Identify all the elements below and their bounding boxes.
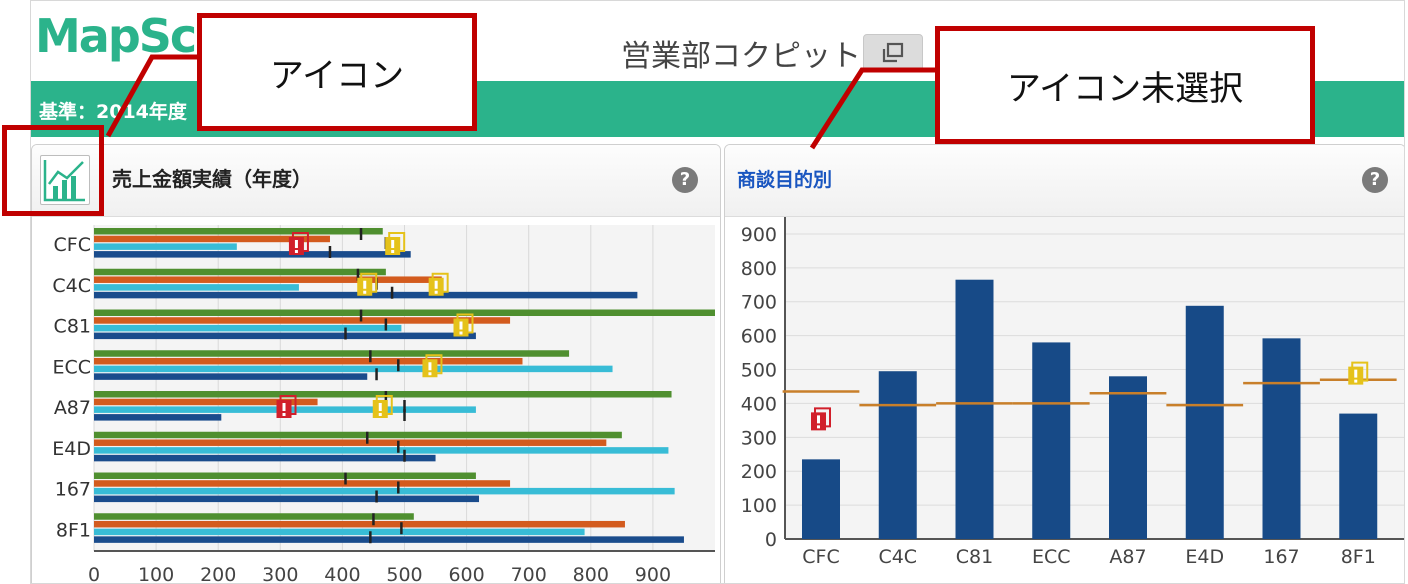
bar [94, 365, 613, 373]
bar [94, 495, 480, 503]
bar [1032, 342, 1071, 539]
panel-header: 商談目的別 ? [725, 145, 1404, 217]
deal-purpose-panel: 商談目的別 ? 0 100 200 300 400 500 600 700 800 900 CFC C… [724, 144, 1404, 583]
bar [1109, 376, 1147, 539]
bar [94, 350, 570, 357]
bar [94, 324, 402, 332]
bar [94, 414, 222, 421]
bar [94, 268, 386, 276]
bar [94, 357, 523, 365]
bar [94, 228, 383, 235]
x-tick-label: 200 [200, 564, 236, 584]
bar [94, 276, 442, 283]
bar [94, 439, 607, 446]
bar [94, 317, 511, 324]
y-tick-label: 167 [55, 479, 91, 501]
callout-icon-unselected: アイコン未選択 [935, 26, 1315, 144]
y-tick-label: E4D [52, 438, 91, 460]
y-tick-label: 200 [741, 461, 777, 483]
y-tick-label: A87 [54, 397, 91, 419]
bar [1339, 413, 1378, 539]
y-tick-label: 900 [741, 224, 777, 246]
x-tick-label: 400 [324, 564, 360, 584]
bar [94, 480, 511, 487]
bar [955, 279, 994, 539]
panel-title: 商談目的別 [737, 169, 833, 191]
help-icon[interactable]: ? [672, 167, 698, 193]
bar [94, 536, 684, 543]
mapscape-logo: MapSc [35, 9, 197, 63]
x-tick-label: 0 [88, 564, 100, 584]
bar [94, 472, 476, 479]
y-tick-label: 500 [741, 360, 777, 382]
bar [802, 459, 840, 539]
sales-hbar-chart: 0 100 200 300 400 500 600 700 800 900 CFC C4C C81 ECC… [52, 225, 715, 584]
bar [94, 309, 715, 316]
y-tick-label: 700 [741, 292, 777, 314]
x-tick-label: C4C [878, 546, 917, 568]
copy-window-icon [882, 42, 904, 63]
y-tick-label: CFC [54, 234, 91, 256]
x-tick-label: 300 [262, 564, 298, 584]
x-tick-label: 900 [635, 564, 671, 584]
y-tick-label: 100 [741, 495, 777, 517]
y-tick-label: 600 [741, 326, 777, 348]
bar [94, 373, 368, 380]
x-tick-label: C81 [956, 546, 993, 568]
y-tick-label: 300 [741, 427, 777, 449]
icon-highlight-box [2, 125, 104, 216]
y-tick-label: 800 [741, 258, 777, 280]
y-tick-label: C4C [52, 275, 91, 297]
callout-icon: アイコン [197, 13, 477, 131]
x-tick-label: 167 [1263, 546, 1299, 568]
help-icon[interactable]: ? [1362, 167, 1388, 193]
x-tick-label: CFC [802, 546, 839, 568]
x-tick-label: 800 [573, 564, 609, 584]
bar [94, 447, 669, 454]
panel-title: 売上金額実績（年度） [112, 167, 312, 191]
bar [94, 251, 411, 258]
x-tick-label: 500 [386, 564, 422, 584]
y-tick-label: ECC [52, 356, 91, 378]
y-tick-label: 8F1 [56, 519, 91, 541]
x-tick-label: 100 [138, 564, 174, 584]
bar [94, 284, 299, 291]
bar [94, 243, 237, 250]
y-tick-label: 0 [765, 529, 777, 551]
bar [94, 513, 414, 520]
deal-vbar-chart: 0 100 200 300 400 500 600 700 800 900 CFC C4C C81 ECC… [741, 217, 1404, 568]
bar [1185, 305, 1224, 539]
x-tick-label: 700 [511, 564, 547, 584]
plot-area [785, 217, 1404, 539]
page-title: 営業部コクピット [621, 39, 861, 74]
x-tick-label: E4D [1185, 546, 1224, 568]
bar [1262, 338, 1301, 539]
x-tick-label: ECC [1032, 546, 1071, 568]
basis-text: 基準：2014年度 [39, 101, 187, 123]
panel-header: 売上金額実績（年度） ? [32, 145, 720, 217]
x-tick-label: 600 [448, 564, 484, 584]
bar [94, 454, 436, 462]
window-copy-button[interactable] [863, 34, 923, 72]
y-tick-label: C81 [54, 316, 91, 338]
bar [94, 431, 622, 439]
bar [94, 487, 675, 495]
bar [94, 332, 476, 340]
bar [94, 528, 585, 536]
x-tick-label: A87 [1109, 546, 1146, 568]
sales-results-panel: 売上金額実績（年度） ? 0 100 200 300 400 500 600 700 800 90… [31, 144, 721, 584]
x-tick-label: 8F1 [1341, 546, 1376, 568]
bar [94, 520, 625, 528]
bar [878, 371, 917, 539]
y-tick-label: 400 [741, 393, 777, 415]
